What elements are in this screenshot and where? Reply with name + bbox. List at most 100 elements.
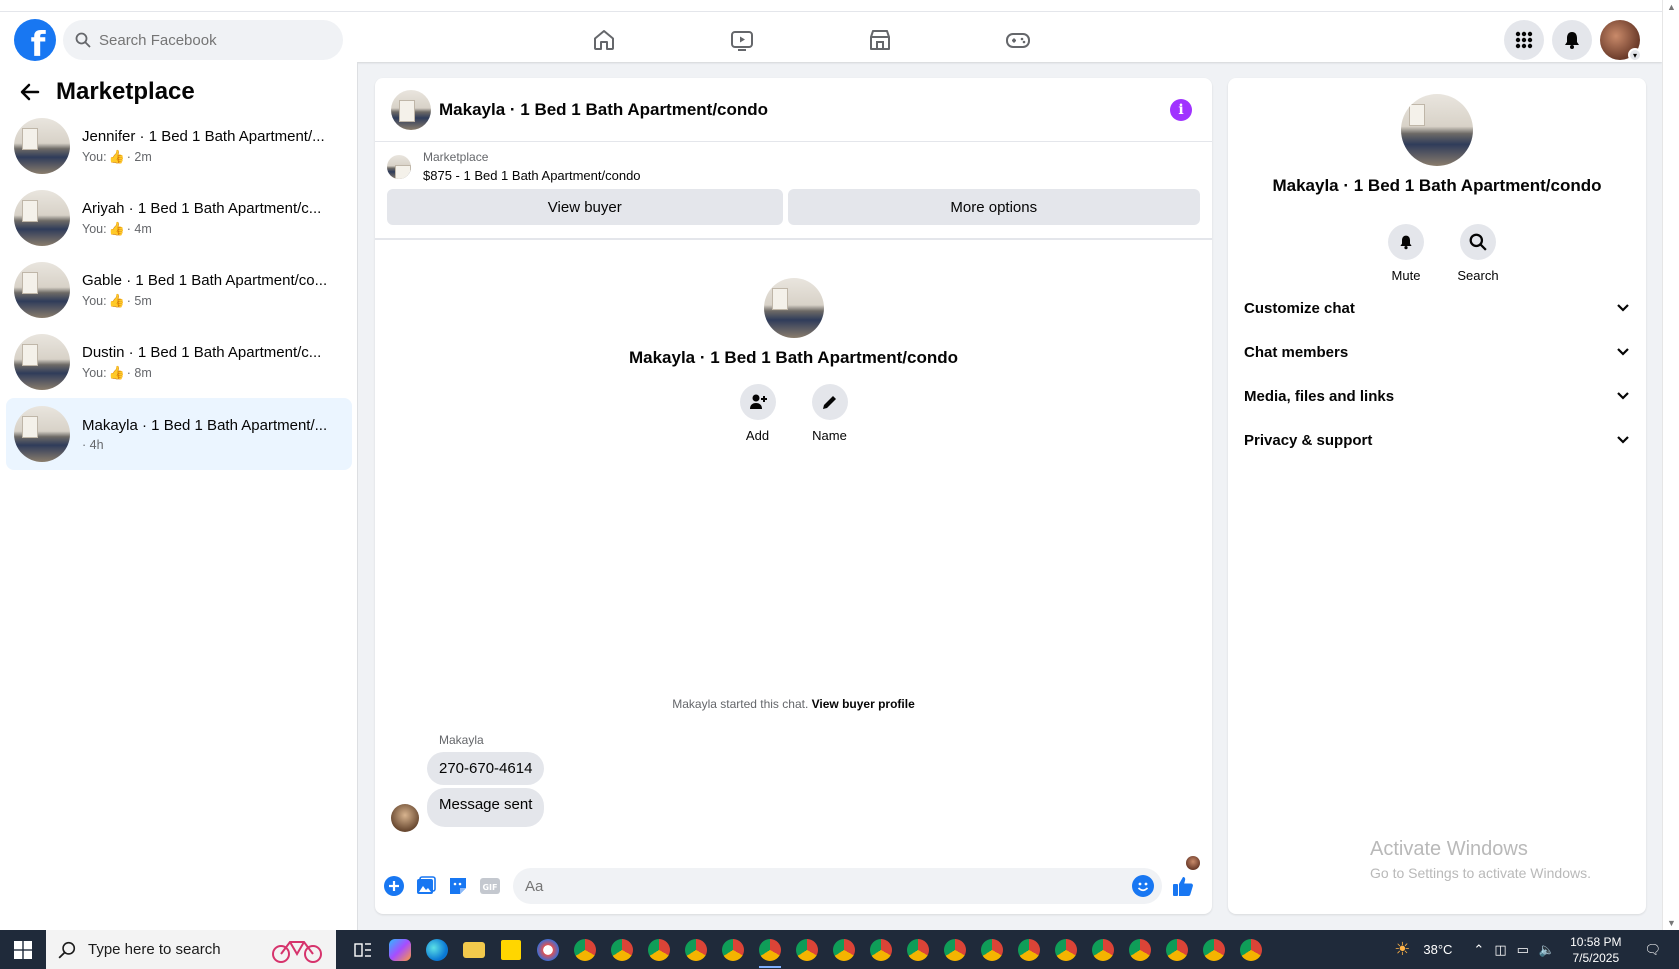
listing-thumbnail[interactable]	[387, 154, 411, 179]
info-icon[interactable]: i	[1170, 99, 1192, 121]
conversation-item-ariyah[interactable]: Ariyah · 1 Bed 1 Bath Apartment/c... You…	[6, 182, 352, 254]
chrome-profile-icon[interactable]	[679, 930, 713, 969]
conversation-preview: You: 👍 · 8m	[82, 365, 321, 381]
notifications-icon[interactable]: 🗨	[1644, 942, 1661, 958]
preview-prefix: You:	[82, 221, 107, 236]
page-scrollbar[interactable]: ▲ ▼	[1662, 0, 1679, 930]
conversation-time: · 8m	[126, 365, 152, 380]
listing-banner: Marketplace $875 - 1 Bed 1 Bath Apartmen…	[375, 142, 1212, 240]
thumbs-up-icon: 👍	[108, 364, 125, 380]
chat-avatar[interactable]	[391, 89, 431, 130]
plus-icon[interactable]	[383, 875, 405, 897]
photo-icon[interactable]	[415, 875, 437, 897]
view-buyer-profile-link[interactable]: View buyer profile	[812, 697, 915, 711]
chrome-profile-icon[interactable]	[975, 930, 1009, 969]
chrome-profile-icon[interactable]	[901, 930, 935, 969]
message-input[interactable]	[525, 877, 1085, 895]
name-chat-action[interactable]: Name	[794, 384, 866, 443]
section-media-files-links[interactable]: Media, files and links	[1244, 374, 1630, 418]
sidebar-title: Marketplace	[56, 78, 195, 105]
video-icon[interactable]	[722, 20, 762, 60]
chrome-profile-icon[interactable]	[1086, 930, 1120, 969]
bell-icon[interactable]	[1552, 20, 1592, 60]
chrome-profile-icon[interactable]	[642, 930, 676, 969]
more-options-button[interactable]: More options	[787, 189, 1200, 225]
message-bubble[interactable]: Message sent	[427, 788, 545, 827]
conversation-item-gable[interactable]: Gable · 1 Bed 1 Bath Apartment/co... You…	[6, 254, 352, 326]
info-sections: Customize chat Chat members Media, files…	[1244, 286, 1630, 462]
chrome-profile-icon-active[interactable]	[753, 930, 787, 969]
conversation-title: Makayla · 1 Bed 1 Bath Apartment/...	[82, 416, 328, 434]
account-avatar[interactable]: ▾	[1600, 20, 1642, 62]
section-customize-chat[interactable]: Customize chat	[1244, 286, 1630, 330]
listing-price-title[interactable]: $875 - 1 Bed 1 Bath Apartment/condo	[423, 168, 641, 183]
add-people-action[interactable]: Add	[722, 384, 794, 443]
meet-now-icon[interactable]: ◫	[1494, 942, 1506, 958]
edge-browser-icon[interactable]	[420, 930, 454, 969]
conversation-item-makayla[interactable]: Makayla · 1 Bed 1 Bath Apartment/... · 4…	[6, 398, 352, 470]
chrome-profile-icon[interactable]	[1197, 930, 1231, 969]
sender-avatar[interactable]	[391, 804, 419, 832]
weather-icon[interactable]: ☀	[1394, 939, 1410, 960]
menu-grid-icon[interactable]	[1504, 20, 1544, 60]
search-facebook-box[interactable]	[63, 20, 343, 60]
marketplace-icon[interactable]	[860, 20, 900, 60]
sticky-notes-icon[interactable]	[494, 930, 528, 969]
top-nav-bar: f ▾	[0, 0, 1662, 62]
task-view-icon[interactable]	[346, 930, 380, 969]
chrome-profile-icon[interactable]	[938, 930, 972, 969]
message-input-box[interactable]	[513, 868, 1162, 904]
chevron-down-icon	[1617, 392, 1629, 400]
chrome-icon[interactable]	[568, 930, 602, 969]
section-chat-members[interactable]: Chat members	[1244, 330, 1630, 374]
taskbar-search-box[interactable]: Type here to search	[46, 930, 336, 969]
chrome-profile-icon[interactable]	[605, 930, 639, 969]
clock[interactable]: 10:58 PM 7/5/2025	[1570, 934, 1621, 966]
conversation-time: · 4m	[126, 221, 152, 236]
sticker-icon[interactable]	[447, 875, 469, 897]
view-buyer-button[interactable]: View buyer	[387, 189, 783, 225]
search-icon	[1460, 224, 1496, 260]
section-privacy-support[interactable]: Privacy & support	[1244, 418, 1630, 462]
emoji-icon[interactable]	[1132, 875, 1154, 897]
file-explorer-icon[interactable]	[457, 930, 491, 969]
volume-icon[interactable]: 🔈	[1539, 942, 1555, 958]
conversation-item-dustin[interactable]: Dustin · 1 Bed 1 Bath Apartment/c... You…	[6, 326, 352, 398]
temperature[interactable]: 38°C	[1423, 942, 1452, 957]
chevron-down-icon	[1617, 348, 1629, 356]
search-in-chat-action[interactable]: Search	[1442, 224, 1514, 283]
network-icon[interactable]: ▭	[1517, 942, 1529, 958]
chrome-profile-icon[interactable]	[1123, 930, 1157, 969]
scroll-down-arrow-icon[interactable]: ▼	[1667, 918, 1676, 928]
home-icon[interactable]	[584, 20, 624, 60]
chrome-profile-icon[interactable]	[1049, 930, 1083, 969]
info-name: Makayla · 1 Bed 1 Bath Apartment/condo	[1272, 176, 1602, 195]
clock-time: 10:58 PM	[1570, 934, 1622, 949]
bell-icon	[1388, 224, 1424, 260]
copilot-icon[interactable]	[383, 930, 417, 969]
watermark-title: Activate Windows	[1370, 838, 1528, 860]
conversation-title: Dustin · 1 Bed 1 Bath Apartment/c...	[82, 343, 322, 361]
chrome-profile-icon[interactable]	[1012, 930, 1046, 969]
windows-start-icon[interactable]	[0, 930, 46, 969]
chrome-profile-icon[interactable]	[827, 930, 861, 969]
chrome-profile-icon[interactable]	[1160, 930, 1194, 969]
mute-action[interactable]: Mute	[1370, 224, 1442, 283]
snipping-tool-icon[interactable]	[531, 930, 565, 969]
back-arrow-icon[interactable]	[18, 80, 42, 104]
chrome-profile-icon[interactable]	[716, 930, 750, 969]
conversation-item-jennifer[interactable]: Jennifer · 1 Bed 1 Bath Apartment/... Yo…	[6, 110, 352, 182]
message-bubble[interactable]: 270-670-4614	[427, 752, 545, 785]
thumbs-up-send-icon[interactable]	[1172, 875, 1194, 897]
search-facebook-input[interactable]	[99, 31, 319, 49]
chrome-profile-icon[interactable]	[1234, 930, 1268, 969]
gif-icon[interactable]: GIF	[479, 875, 501, 897]
chrome-profile-icon[interactable]	[864, 930, 898, 969]
chrome-profile-icon[interactable]	[790, 930, 824, 969]
facebook-logo[interactable]: f	[14, 19, 56, 61]
chat-title[interactable]: Makayla · 1 Bed 1 Bath Apartment/condo	[439, 100, 768, 120]
chevron-up-icon[interactable]: ⌃	[1473, 942, 1484, 958]
scroll-up-arrow-icon[interactable]: ▲	[1667, 2, 1676, 12]
conversation-preview: You: 👍 · 2m	[82, 149, 325, 165]
gaming-icon[interactable]	[998, 20, 1038, 60]
